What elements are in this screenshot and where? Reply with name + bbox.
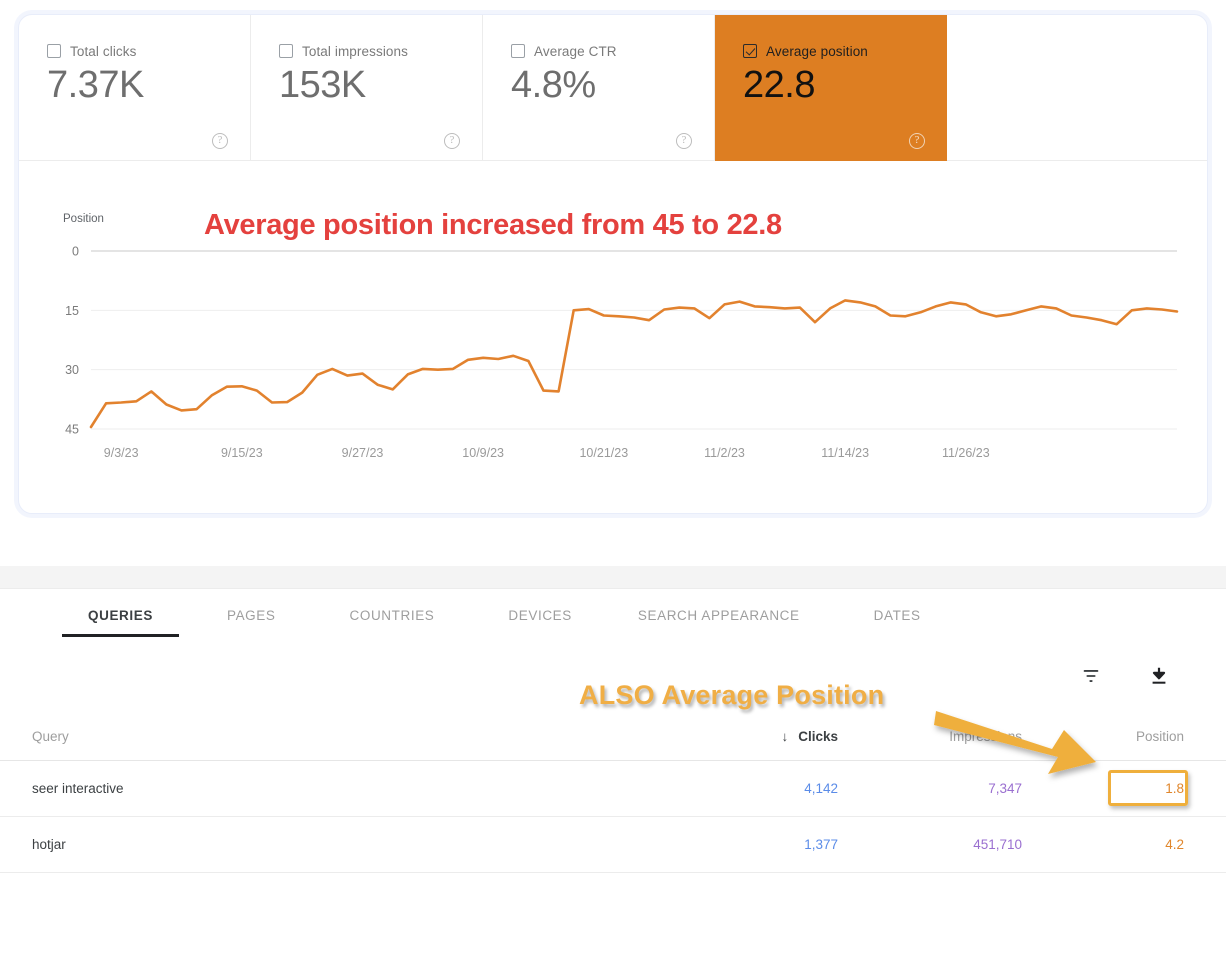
checkbox-total-impressions[interactable]: [279, 44, 293, 58]
help-icon[interactable]: ?: [212, 133, 228, 149]
performance-panel: Total clicks 7.37K ? Total impressions 1…: [18, 14, 1208, 514]
column-header-impressions[interactable]: Impressions: [876, 715, 1062, 761]
metric-header: Average CTR: [511, 43, 714, 59]
filter-icon[interactable]: [1080, 665, 1102, 687]
tab-label: QUERIES: [88, 607, 153, 623]
svg-text:9/27/23: 9/27/23: [342, 446, 384, 460]
metric-card-average-ctr[interactable]: Average CTR 4.8% ?: [483, 15, 715, 161]
svg-text:10/9/23: 10/9/23: [462, 446, 504, 460]
help-icon[interactable]: ?: [444, 133, 460, 149]
column-header-query[interactable]: Query: [0, 715, 700, 761]
svg-text:30: 30: [65, 363, 79, 377]
cell-query: seer interactive: [0, 760, 700, 817]
cell-impressions: 7,347: [876, 760, 1062, 817]
screenshot-root: Total clicks 7.37K ? Total impressions 1…: [0, 0, 1226, 978]
chart-svg: 0 15 30 45 9/3/23 9/15/23 9/27/23 10/9/23 10/21…: [65, 245, 1179, 460]
tab-devices[interactable]: DEVICES: [508, 608, 571, 645]
metric-card-total-clicks[interactable]: Total clicks 7.37K ?: [19, 15, 251, 161]
metric-label: Average position: [766, 43, 868, 59]
table-toolbar: [0, 663, 1226, 715]
help-icon[interactable]: ?: [676, 133, 692, 149]
metric-value: 22.8: [743, 64, 815, 106]
checkbox-average-position[interactable]: [743, 44, 757, 58]
svg-text:45: 45: [65, 423, 79, 437]
column-header-clicks[interactable]: ↓ Clicks: [700, 715, 876, 761]
svg-text:9/3/23: 9/3/23: [104, 446, 139, 460]
tab-queries[interactable]: QUERIES: [62, 607, 179, 645]
metric-value: 153K: [279, 64, 366, 106]
svg-text:15: 15: [65, 304, 79, 318]
performance-table: Query ↓ Clicks Impressions Position seer …: [0, 715, 1226, 873]
cell-clicks: 4,142: [700, 760, 876, 817]
metric-cards-row: Total clicks 7.37K ? Total impressions 1…: [19, 15, 1207, 161]
svg-text:11/14/23: 11/14/23: [821, 446, 869, 460]
column-header-clicks-label: Clicks: [798, 729, 838, 744]
position-chart: Position Average position increased from…: [19, 161, 1207, 513]
metric-header: Average position: [743, 43, 947, 59]
download-icon[interactable]: [1148, 665, 1170, 687]
metric-header: Total impressions: [279, 43, 482, 59]
metric-label: Average CTR: [534, 43, 617, 59]
dimension-table-panel: QUERIES PAGES COUNTRIES DEVICES SEARCH A…: [0, 589, 1226, 978]
tab-label: PAGES: [226, 607, 276, 623]
metric-value: 7.37K: [47, 64, 144, 106]
tab-label: SEARCH APPEARANCE: [637, 607, 800, 623]
cell-position: 1.8: [1062, 760, 1226, 817]
tab-label: DEVICES: [508, 607, 572, 623]
tab-dates[interactable]: DATES: [874, 608, 921, 645]
metric-card-average-position[interactable]: Average position 22.8 ?: [715, 15, 947, 161]
svg-text:9/15/23: 9/15/23: [221, 446, 263, 460]
tab-pages[interactable]: PAGES: [227, 608, 276, 645]
metric-card-total-impressions[interactable]: Total impressions 153K ?: [251, 15, 483, 161]
tab-search-appearance[interactable]: SEARCH APPEARANCE: [638, 608, 800, 645]
gridlines: [91, 250, 1177, 430]
sort-descending-icon: ↓: [781, 729, 789, 744]
table-row[interactable]: seer interactive 4,142 7,347 1.8: [0, 760, 1226, 817]
section-separator-band: [0, 566, 1226, 588]
tab-label: DATES: [873, 607, 921, 623]
table-header-row: Query ↓ Clicks Impressions Position: [0, 715, 1226, 761]
checkbox-total-clicks[interactable]: [47, 44, 61, 58]
metric-header: Total clicks: [47, 43, 250, 59]
tab-label: COUNTRIES: [349, 607, 435, 623]
cell-position: 4.2: [1062, 816, 1226, 873]
dimension-tabs: QUERIES PAGES COUNTRIES DEVICES SEARCH A…: [0, 589, 1226, 663]
cell-impressions: 451,710: [876, 816, 1062, 873]
tab-countries[interactable]: COUNTRIES: [350, 608, 435, 645]
cell-query: hotjar: [0, 816, 700, 873]
y-axis-ticks: 0 15 30 45: [65, 245, 79, 437]
x-axis-ticks: 9/3/23 9/15/23 9/27/23 10/9/23 10/21/23 11/2/…: [104, 446, 990, 460]
svg-text:10/21/23: 10/21/23: [579, 446, 628, 460]
metric-row-filler: [947, 15, 1207, 161]
svg-text:11/2/23: 11/2/23: [704, 446, 745, 460]
column-header-position[interactable]: Position: [1062, 715, 1226, 761]
metric-label: Total clicks: [70, 43, 137, 59]
toolbar-icons: [1080, 665, 1170, 687]
metric-value: 4.8%: [511, 64, 596, 106]
svg-text:11/26/23: 11/26/23: [942, 446, 990, 460]
metric-label: Total impressions: [302, 43, 408, 59]
table-row[interactable]: hotjar 1,377 451,710 4.2: [0, 816, 1226, 873]
series-line-average-position: [89, 299, 1179, 429]
help-icon[interactable]: ?: [909, 133, 925, 149]
cell-clicks: 1,377: [700, 816, 876, 873]
svg-text:0: 0: [72, 245, 79, 259]
checkbox-average-ctr[interactable]: [511, 44, 525, 58]
